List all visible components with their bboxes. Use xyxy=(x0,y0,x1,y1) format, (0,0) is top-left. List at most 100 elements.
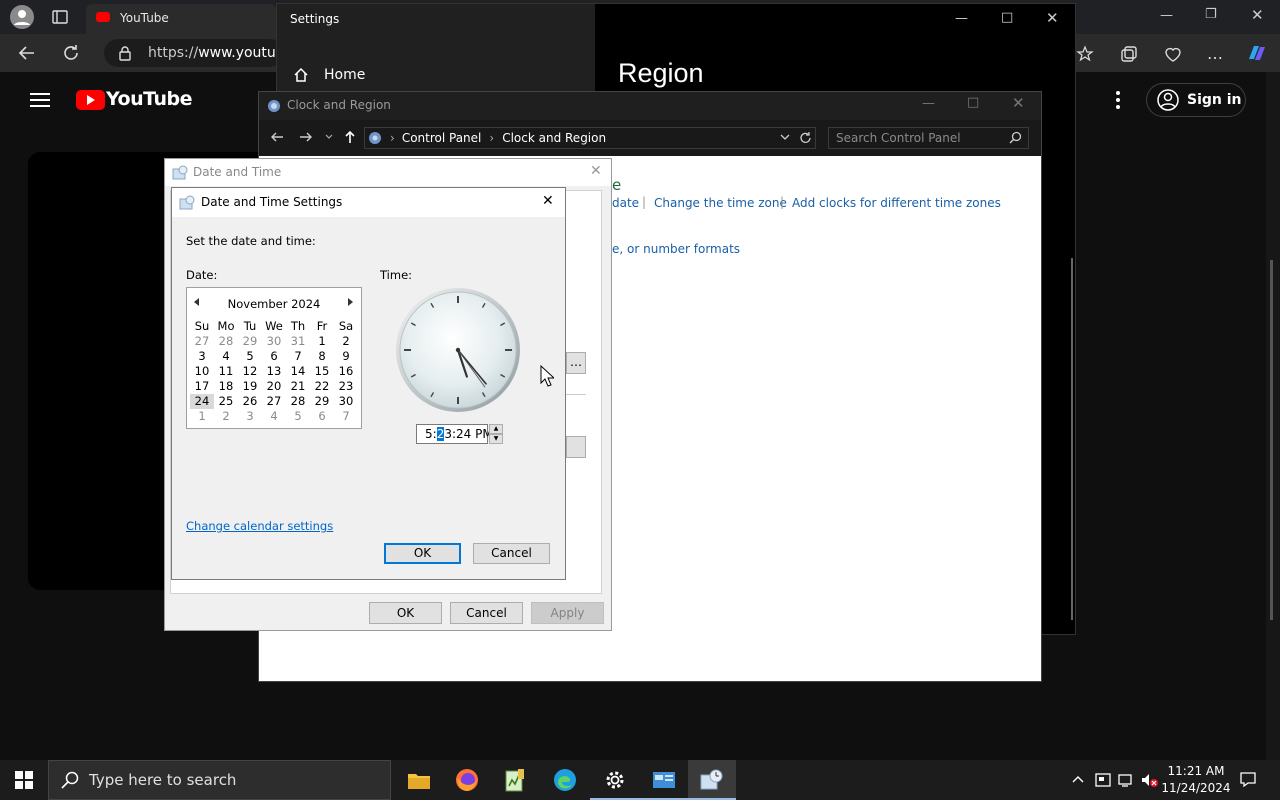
calendar-day[interactable]: 29 xyxy=(238,334,262,349)
breadcrumb-control-panel[interactable]: Control Panel xyxy=(402,128,482,148)
calendar-day[interactable]: 30 xyxy=(334,394,358,409)
cr-minimize-icon[interactable]: — xyxy=(922,96,935,111)
set-date-link[interactable]: date xyxy=(612,196,639,210)
tab-youtube[interactable]: YouTube xyxy=(86,4,276,34)
scrollbar-thumb[interactable] xyxy=(1270,260,1273,620)
calendar-day[interactable]: 5 xyxy=(238,349,262,364)
calendar-day[interactable]: 27 xyxy=(262,394,286,409)
time-rest-segment[interactable]: 3:24 PM xyxy=(444,427,492,441)
copilot-icon[interactable] xyxy=(1246,42,1268,64)
notification-center-icon[interactable] xyxy=(1240,771,1256,787)
taskbar-search-box[interactable]: Type here to search xyxy=(48,760,391,800)
calendar-day[interactable]: 7 xyxy=(286,349,310,364)
calendar-day[interactable]: 14 xyxy=(286,364,310,379)
favorites-icon[interactable] xyxy=(1076,45,1094,63)
calendar-day[interactable]: 4 xyxy=(262,409,286,424)
firefox-icon[interactable] xyxy=(443,760,491,800)
time-up-icon[interactable]: ▲ xyxy=(489,424,503,434)
dts-close-icon[interactable]: ✕ xyxy=(542,193,554,209)
refresh-icon[interactable] xyxy=(62,44,80,62)
hamburger-menu-icon[interactable] xyxy=(30,92,50,108)
date-time-ok-button[interactable]: OK xyxy=(369,602,442,624)
calendar-day[interactable]: 16 xyxy=(334,364,358,379)
calendar-day[interactable]: 3 xyxy=(190,349,214,364)
breadcrumb-clock-region[interactable]: Clock and Region xyxy=(502,128,606,148)
add-clocks-link[interactable]: Add clocks for different time zones xyxy=(792,196,1001,210)
calendar-day[interactable]: 8 xyxy=(310,349,334,364)
lock-icon[interactable] xyxy=(118,45,132,61)
start-windows-icon[interactable] xyxy=(15,771,33,789)
calendar-day[interactable]: 29 xyxy=(310,394,334,409)
profile-avatar[interactable] xyxy=(10,5,34,29)
calendar-day[interactable]: 25 xyxy=(214,394,238,409)
settings-close-icon[interactable]: ✕ xyxy=(1046,9,1059,27)
show-hidden-icons-icon[interactable] xyxy=(1072,774,1084,784)
youtube-logo-text[interactable]: YouTube xyxy=(106,88,192,110)
settings-gear-icon[interactable] xyxy=(591,760,639,800)
date-time-cancel-button[interactable]: Cancel xyxy=(450,602,523,624)
calendar-day[interactable]: 18 xyxy=(214,379,238,394)
taskbar-clock[interactable]: 11:21 AM 11/24/2024 xyxy=(1160,763,1232,797)
change-calendar-settings-link[interactable]: Change calendar settings xyxy=(186,519,333,533)
calendar-day[interactable]: 13 xyxy=(262,364,286,379)
cr-refresh-icon[interactable] xyxy=(799,131,812,144)
tray-app-icon[interactable] xyxy=(1095,772,1111,788)
calendar-day[interactable]: 5 xyxy=(286,409,310,424)
time-hour-segment[interactable]: 5: xyxy=(425,427,437,441)
calendar-month-title[interactable]: November 2024 xyxy=(186,297,362,311)
back-icon[interactable] xyxy=(18,44,36,62)
volume-muted-icon[interactable] xyxy=(1141,772,1159,788)
notepad-plus-icon[interactable] xyxy=(491,760,539,800)
edge-icon[interactable] xyxy=(541,760,589,800)
browser-restore-icon[interactable]: ❐ xyxy=(1205,7,1217,22)
calendar-day[interactable]: 1 xyxy=(310,334,334,349)
time-down-icon[interactable]: ▼ xyxy=(489,434,503,444)
calendar-day[interactable]: 21 xyxy=(286,379,310,394)
settings-minimize-icon[interactable]: — xyxy=(955,11,968,26)
calendar-next-icon[interactable] xyxy=(347,298,353,306)
time-input[interactable]: 5:23:24 PM xyxy=(416,424,493,444)
cr-search-input[interactable]: Search Control Panel xyxy=(828,127,1029,149)
calendar-day[interactable]: 20 xyxy=(262,379,286,394)
cr-close-icon[interactable]: ✕ xyxy=(1012,94,1025,112)
calendar-day[interactable]: 19 xyxy=(238,379,262,394)
calendar-day[interactable]: 28 xyxy=(214,334,238,349)
cr-address-dropdown-icon[interactable] xyxy=(780,133,790,141)
dts-ok-button[interactable]: OK xyxy=(384,543,461,564)
change-formats-link[interactable]: e, or number formats xyxy=(612,242,740,256)
calendar-day[interactable]: 12 xyxy=(238,364,262,379)
cr-forward-icon[interactable] xyxy=(299,130,313,144)
calendar-day[interactable]: 6 xyxy=(262,349,286,364)
dts-cancel-button[interactable]: Cancel xyxy=(473,543,550,564)
youtube-settings-dots-icon[interactable] xyxy=(1114,90,1122,110)
control-panel-taskbar-icon[interactable] xyxy=(640,760,688,800)
calendar-day[interactable]: 11 xyxy=(214,364,238,379)
youtube-logo-icon[interactable] xyxy=(76,90,105,110)
calendar-day[interactable]: 23 xyxy=(334,379,358,394)
calendar-day-selected[interactable]: 24 xyxy=(190,394,214,409)
change-timezone-link[interactable]: Change the time zone xyxy=(654,196,787,210)
more-menu-icon[interactable]: … xyxy=(1207,44,1224,63)
calendar-day[interactable]: 31 xyxy=(286,334,310,349)
page-scrollbar[interactable] xyxy=(1266,72,1280,760)
calendar-day[interactable]: 7 xyxy=(334,409,358,424)
calendar-day[interactable]: 6 xyxy=(310,409,334,424)
browser-essentials-icon[interactable] xyxy=(1164,45,1182,63)
calendar-day[interactable]: 1 xyxy=(190,409,214,424)
cr-back-icon[interactable] xyxy=(270,130,284,144)
calendar-day[interactable]: 26 xyxy=(238,394,262,409)
home-icon[interactable] xyxy=(293,67,309,83)
settings-home-link[interactable]: Home xyxy=(324,67,365,83)
calendar-day[interactable]: 28 xyxy=(286,394,310,409)
date-time-apply-button[interactable]: Apply xyxy=(531,602,604,624)
calendar-day[interactable]: 22 xyxy=(310,379,334,394)
calendar-day[interactable]: 3 xyxy=(238,409,262,424)
calendar-day[interactable]: 4 xyxy=(214,349,238,364)
tab-actions-icon[interactable] xyxy=(52,9,68,25)
date-time-close-icon[interactable]: ✕ xyxy=(590,163,602,179)
calendar-day[interactable]: 15 xyxy=(310,364,334,379)
file-explorer-icon[interactable] xyxy=(395,760,443,800)
sign-in-button[interactable]: Sign in xyxy=(1146,83,1246,117)
cr-address-bar[interactable]: › Control Panel › Clock and Region xyxy=(364,127,816,149)
settings-maximize-icon[interactable]: □ xyxy=(1001,10,1013,25)
